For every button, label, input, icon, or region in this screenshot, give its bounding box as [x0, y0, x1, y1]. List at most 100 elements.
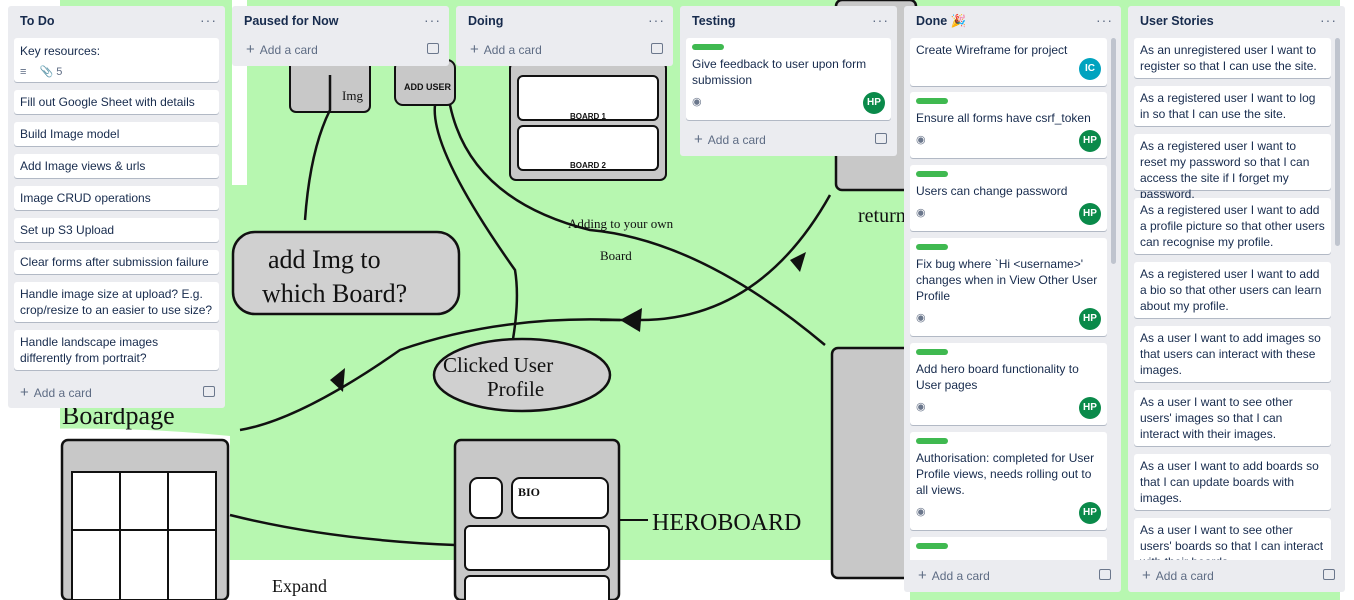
description-icon: ≡ — [20, 66, 27, 78]
card-title: Authorisation: completed for User Profil… — [916, 451, 1095, 497]
card-title: Build Image model — [20, 127, 120, 141]
card-title: Fill out Google Sheet with details — [20, 95, 195, 109]
avatar[interactable]: IC — [1079, 58, 1101, 80]
scrollbar[interactable] — [1335, 38, 1340, 246]
watching-icon: ◉ — [916, 506, 926, 518]
add-user-sketch-label: ADD USER — [404, 82, 452, 92]
add-card-label: Add a card — [259, 43, 318, 57]
plus-icon: + — [20, 384, 29, 401]
avatar[interactable]: HP — [1079, 397, 1101, 419]
card-item[interactable]: Add hero board functionality to User pag… — [910, 343, 1107, 425]
plus-icon: + — [694, 131, 703, 148]
list-menu-icon[interactable]: ··· — [872, 12, 889, 28]
list-menu-icon[interactable]: ··· — [648, 12, 665, 28]
list-menu-icon[interactable]: ··· — [424, 12, 441, 28]
card-title: Ensure all forms have csrf_token — [916, 111, 1091, 125]
add-card-label: Add a card — [931, 569, 990, 583]
avatar[interactable]: HP — [863, 92, 885, 114]
list-menu-icon[interactable]: ··· — [200, 12, 217, 28]
card-template-icon[interactable] — [1323, 569, 1335, 580]
img-sketch-label: Img — [342, 88, 363, 103]
card-item[interactable]: Clear forms after submission failure — [14, 250, 219, 274]
card-item[interactable]: Handle landscape images differently from… — [14, 330, 219, 370]
card-item[interactable] — [910, 537, 1107, 560]
add-card-button[interactable]: + Add a card — [1142, 567, 1214, 584]
list-menu-icon[interactable]: ··· — [1320, 12, 1337, 28]
card-item[interactable]: Users can change password ◉ HP — [910, 165, 1107, 231]
card-key-resources[interactable]: Key resources: ≡ 📎 5 — [14, 38, 219, 82]
add-card-button[interactable]: + Add a card — [470, 41, 542, 58]
card-item[interactable]: As a user I want to add boards so that I… — [1134, 454, 1331, 510]
card-title: Give feedback to user upon form submissi… — [692, 57, 867, 87]
list-paused-for-now: Paused for Now ··· + Add a card — [232, 6, 449, 66]
list-menu-icon[interactable]: ··· — [1096, 12, 1113, 28]
add-card-label: Add a card — [483, 43, 542, 57]
card-list: Give feedback to user upon form submissi… — [686, 38, 891, 120]
add-card-button[interactable]: + Add a card — [918, 567, 990, 584]
avatar[interactable]: HP — [1079, 502, 1101, 524]
list-header: Paused for Now ··· — [232, 6, 449, 36]
card-template-icon[interactable] — [1099, 569, 1111, 580]
card-title: As a registered user I want to reset my … — [1140, 139, 1310, 201]
card-item[interactable]: As a user I want to add images so that u… — [1134, 326, 1331, 382]
card-item[interactable]: As a user I want to see other users' boa… — [1134, 518, 1331, 560]
card-item[interactable]: Ensure all forms have csrf_token ◉ HP — [910, 92, 1107, 158]
card-title: As a user I want to add boards so that I… — [1140, 459, 1319, 505]
card-title: As a registered user I want to add a pro… — [1140, 203, 1325, 249]
add-card-button[interactable]: + Add a card — [20, 384, 92, 401]
card-template-icon[interactable] — [203, 386, 215, 397]
watching-icon: ◉ — [916, 207, 926, 219]
card-item[interactable]: Fill out Google Sheet with details — [14, 90, 219, 114]
list-title: To Do — [20, 14, 55, 28]
card-title: As a user I want to see other users' ima… — [1140, 395, 1293, 441]
card-item[interactable]: Image CRUD operations — [14, 186, 219, 210]
plus-icon: + — [918, 567, 927, 584]
card-title: Set up S3 Upload — [20, 223, 115, 237]
card-item[interactable]: As a user I want to see other users' ima… — [1134, 390, 1331, 446]
card-item[interactable]: Create Wireframe for project IC — [910, 38, 1107, 86]
avatar[interactable]: HP — [1079, 308, 1101, 330]
card-item[interactable]: Add Image views & urls — [14, 154, 219, 178]
green-label — [916, 543, 948, 549]
list-title: Paused for Now — [244, 14, 339, 28]
card-item[interactable]: Authorisation: completed for User Profil… — [910, 432, 1107, 530]
card-item[interactable]: As an unregistered user I want to regist… — [1134, 38, 1331, 78]
card-item[interactable]: As a registered user I want to add a pro… — [1134, 198, 1331, 254]
return-sketch-label: return — [858, 205, 906, 227]
green-label — [916, 349, 948, 355]
card-template-icon[interactable] — [427, 43, 439, 54]
card-title: As an unregistered user I want to regist… — [1140, 43, 1317, 73]
card-item[interactable]: Build Image model — [14, 122, 219, 146]
card-list: Key resources: ≡ 📎 5 Fill out Google She… — [14, 38, 219, 378]
list-testing: Testing ··· Give feedback to user upon f… — [680, 6, 897, 156]
card-item[interactable]: As a registered user I want to log in so… — [1134, 86, 1331, 126]
card-title: Users can change password — [916, 184, 1068, 198]
green-label — [916, 244, 948, 250]
avatar[interactable]: HP — [1079, 203, 1101, 225]
card-item[interactable]: Handle image size at upload? E.g. crop/r… — [14, 282, 219, 322]
card-item[interactable]: As a registered user I want to reset my … — [1134, 134, 1331, 201]
card-title: Handle image size at upload? E.g. crop/r… — [20, 287, 213, 317]
list-header: To Do ··· — [8, 6, 225, 36]
add-card-button[interactable]: + Add a card — [694, 131, 766, 148]
card-item[interactable]: Give feedback to user upon form submissi… — [686, 38, 891, 120]
avatar[interactable]: HP — [1079, 130, 1101, 152]
card-title: As a user I want to see other users' boa… — [1140, 523, 1324, 560]
card-title: As a user I want to add images so that u… — [1140, 331, 1321, 377]
list-title: Done 🎉 — [916, 14, 967, 28]
card-item[interactable]: Fix bug where `Hi <username>' changes wh… — [910, 238, 1107, 336]
card-template-icon[interactable] — [651, 43, 663, 54]
card-template-icon[interactable] — [875, 133, 887, 144]
list-header: Testing ··· — [680, 6, 897, 36]
list-header: User Stories ··· — [1128, 6, 1345, 36]
scrollbar[interactable] — [1111, 38, 1116, 264]
card-list: Create Wireframe for project IC Ensure a… — [910, 38, 1107, 560]
card-title: Fix bug where `Hi <username>' changes wh… — [916, 257, 1098, 303]
card-title: Create Wireframe for project — [916, 43, 1068, 57]
list-title: User Stories — [1140, 14, 1214, 28]
green-label — [692, 44, 724, 50]
add-card-button[interactable]: + Add a card — [246, 41, 318, 58]
card-item[interactable]: As a registered user I want to add a bio… — [1134, 262, 1331, 318]
card-item[interactable]: Set up S3 Upload — [14, 218, 219, 242]
list-done: Done 🎉 ··· Create Wireframe for project … — [904, 6, 1121, 592]
